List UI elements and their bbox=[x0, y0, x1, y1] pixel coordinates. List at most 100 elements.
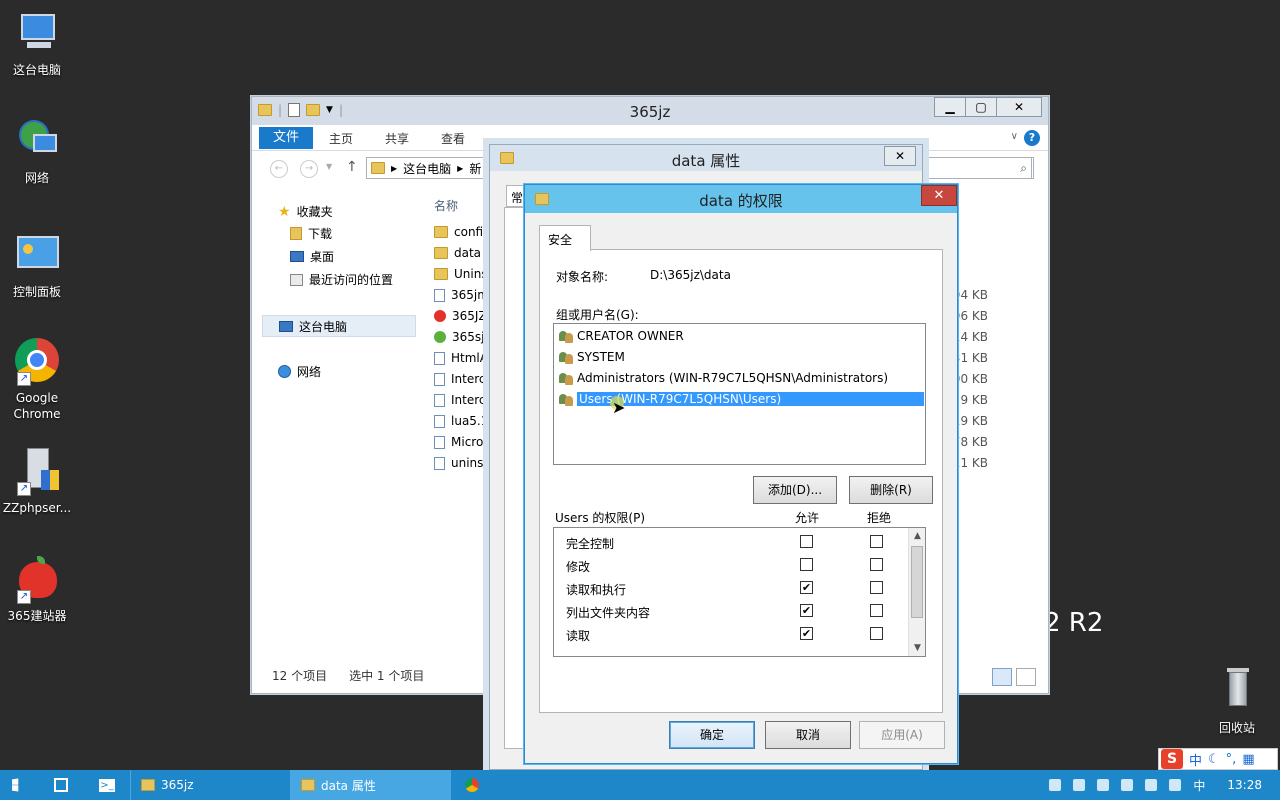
help-icon[interactable]: ? bbox=[1024, 130, 1040, 146]
recent-dropdown-icon[interactable]: ▼ bbox=[326, 162, 332, 171]
group-name: CREATOR OWNER bbox=[577, 329, 684, 343]
file-name: Micro bbox=[451, 435, 484, 449]
desktop-icon-controlpanel[interactable]: 控制面板 bbox=[0, 232, 74, 300]
close-button[interactable]: ✕ bbox=[884, 146, 916, 166]
tray-app-icon[interactable] bbox=[1049, 779, 1062, 791]
tray-network-icon[interactable] bbox=[1097, 779, 1110, 791]
navigation-pane: ★ 收藏夹 下载 桌面 最近访问的位置 这台电脑 网络 bbox=[260, 191, 416, 661]
list-item[interactable]: CREATOR OWNER bbox=[558, 326, 684, 346]
start-button[interactable] bbox=[0, 770, 38, 800]
ime-mode[interactable]: 中 bbox=[1189, 750, 1202, 769]
group-user-list[interactable]: CREATOR OWNER SYSTEM Administrators (WIN… bbox=[553, 323, 926, 465]
recycle-bin-icon bbox=[1213, 668, 1261, 716]
desktop-icon-network[interactable]: 网络 bbox=[0, 118, 74, 186]
list-item[interactable]: SYSTEM bbox=[558, 347, 625, 367]
list-item[interactable]: Administrators (WIN-R79C7L5QHSN\Administ… bbox=[558, 368, 888, 388]
breadcrumb-next[interactable]: 新 bbox=[469, 160, 481, 177]
desktop-icon-zzphpserver[interactable]: ↗ ZZphpser... bbox=[0, 448, 74, 516]
network-icon bbox=[13, 118, 61, 166]
deny-checkbox[interactable] bbox=[870, 604, 883, 617]
taskbar-item-chrome[interactable] bbox=[450, 770, 496, 800]
minimize-button[interactable]: ▁ bbox=[934, 97, 966, 117]
allow-checkbox[interactable] bbox=[800, 535, 813, 548]
ribbon-tab-home[interactable]: 主页 bbox=[313, 127, 369, 149]
mouse-cursor-icon: ➤ bbox=[612, 398, 626, 417]
file-name: Interc bbox=[451, 372, 486, 386]
breadcrumb-thispc[interactable]: 这台电脑 bbox=[403, 160, 451, 177]
permissions-titlebar[interactable]: data 的权限 ✕ bbox=[525, 185, 957, 213]
search-input[interactable]: ⌕ bbox=[914, 157, 1034, 179]
permission-name: 读取和执行 bbox=[566, 583, 627, 597]
permissions-for-label: Users 的权限(P) bbox=[555, 511, 646, 525]
close-button[interactable]: ✕ bbox=[996, 97, 1042, 117]
taskbar-item-properties[interactable]: data 属性 bbox=[290, 770, 450, 800]
cancel-button[interactable]: 取消 bbox=[765, 721, 851, 749]
apply-button[interactable]: 应用(A) bbox=[859, 721, 945, 749]
tray-flag-icon[interactable] bbox=[1145, 779, 1158, 791]
permission-name: 列出文件夹内容 bbox=[566, 606, 651, 620]
add-button[interactable]: 添加(D)... bbox=[753, 476, 837, 504]
deny-checkbox[interactable] bbox=[870, 627, 883, 640]
close-button[interactable]: ✕ bbox=[921, 185, 957, 206]
tab-security[interactable]: 安全 bbox=[539, 225, 591, 251]
scroll-up-icon[interactable]: ▲ bbox=[909, 528, 925, 544]
powershell-button[interactable]: >_ bbox=[84, 770, 130, 800]
scroll-thumb[interactable] bbox=[911, 546, 923, 618]
permissions-scrollbar[interactable]: ▲ ▼ bbox=[908, 528, 925, 656]
folder-icon bbox=[434, 247, 448, 259]
clock[interactable]: 13:28 bbox=[1227, 778, 1262, 792]
remove-button[interactable]: 删除(R) bbox=[849, 476, 933, 504]
ribbon-expand-icon[interactable]: ∨ bbox=[1011, 131, 1018, 142]
punctuation-icon[interactable]: °, bbox=[1226, 752, 1237, 767]
nav-item-recent[interactable]: 最近访问的位置 bbox=[290, 271, 393, 288]
tray-volume-icon[interactable] bbox=[1169, 779, 1182, 791]
tray-input-language[interactable]: 中 bbox=[1193, 777, 1205, 794]
scroll-down-icon[interactable]: ▼ bbox=[909, 640, 925, 656]
column-header-name[interactable]: 名称 bbox=[434, 197, 458, 214]
allow-checkbox[interactable]: ✔ bbox=[800, 604, 813, 617]
nav-item-thispc[interactable]: 这台电脑 bbox=[262, 315, 416, 337]
ribbon-tab-share[interactable]: 共享 bbox=[369, 127, 425, 149]
ribbon-tab-view[interactable]: 查看 bbox=[425, 127, 481, 149]
up-button[interactable]: ↑ bbox=[346, 159, 358, 175]
large-icons-view-icon[interactable] bbox=[1016, 668, 1036, 686]
ok-button[interactable]: 确定 bbox=[669, 721, 755, 749]
allow-checkbox[interactable]: ✔ bbox=[800, 581, 813, 594]
permissions-frame: 安全 对象名称: D:\365jz\data 组或用户名(G): CREATOR… bbox=[531, 213, 951, 759]
forward-button[interactable]: → bbox=[300, 160, 318, 178]
desktop-icon-recyclebin[interactable]: 回收站 bbox=[1200, 668, 1274, 736]
desktop-icon-365builder[interactable]: ↗ 365建站器 bbox=[0, 556, 74, 624]
nav-item-downloads[interactable]: 下载 bbox=[290, 225, 332, 242]
back-button[interactable]: ← bbox=[270, 160, 288, 178]
details-view-icon[interactable] bbox=[992, 668, 1012, 686]
refresh-icon bbox=[434, 331, 446, 343]
explorer-titlebar[interactable]: | ▼ | 365jz ▁ ▢ ✕ bbox=[252, 97, 1048, 125]
moon-icon[interactable]: ☾ bbox=[1208, 752, 1220, 767]
computer-icon bbox=[13, 10, 61, 58]
maximize-button[interactable]: ▢ bbox=[965, 97, 997, 117]
deny-checkbox[interactable] bbox=[870, 558, 883, 571]
desktop-icon-chrome[interactable]: ↗ Google Chrome bbox=[0, 338, 74, 422]
file-icon bbox=[434, 393, 445, 407]
properties-titlebar[interactable]: data 属性 ✕ bbox=[490, 145, 922, 171]
file-icon bbox=[434, 372, 445, 386]
allow-checkbox[interactable] bbox=[800, 558, 813, 571]
allow-checkbox[interactable]: ✔ bbox=[800, 627, 813, 640]
permission-row: 完全控制 bbox=[554, 531, 908, 554]
ime-toolbar[interactable]: S 中 ☾ °, ▦ bbox=[1158, 748, 1278, 770]
nav-item-desktop[interactable]: 桌面 bbox=[290, 248, 334, 265]
deny-checkbox[interactable] bbox=[870, 535, 883, 548]
taskbar-item-explorer[interactable]: 365jz bbox=[130, 770, 290, 800]
server-manager-button[interactable] bbox=[38, 770, 84, 800]
tray-security-icon[interactable] bbox=[1073, 779, 1086, 791]
tray-sogou-icon[interactable] bbox=[1121, 779, 1134, 791]
chrome-icon: ↗ bbox=[13, 338, 61, 386]
nav-item-network[interactable]: 网络 bbox=[278, 363, 321, 380]
keyboard-icon[interactable]: ▦ bbox=[1242, 752, 1254, 767]
file-name: Interc bbox=[451, 393, 486, 407]
system-tray: 中 13:28 bbox=[1049, 770, 1280, 800]
ribbon-file-tab[interactable]: 文件 bbox=[259, 126, 314, 149]
deny-checkbox[interactable] bbox=[870, 581, 883, 594]
nav-item-favorites[interactable]: ★ 收藏夹 bbox=[278, 203, 333, 220]
desktop-icon-thispc[interactable]: 这台电脑 bbox=[0, 10, 74, 78]
